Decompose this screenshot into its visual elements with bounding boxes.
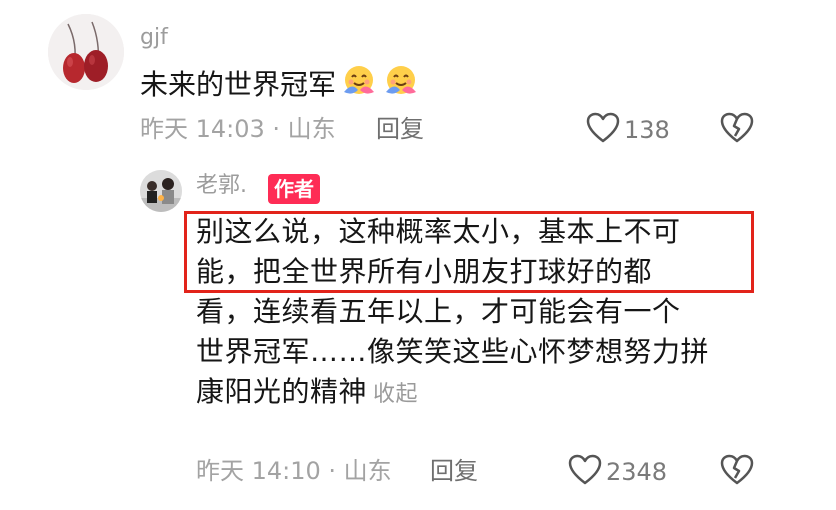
hugging-face-icon [382,62,420,100]
author-badge: 作者 [268,174,320,204]
collapse-link[interactable]: 收起 [373,382,418,407]
reply-like-button[interactable]: 2348 [568,454,667,490]
comment-text: 未来的世界冠军 [140,62,420,105]
reply-avatar-image [140,170,182,212]
avatar[interactable] [48,14,124,90]
comment-reply-button[interactable]: 回复 [376,114,424,144]
reply-text-line-content: 康阳光的精神 [196,375,368,408]
heart-icon [568,454,602,490]
reply-like-count: 2348 [606,458,668,486]
comment-text-content: 未来的世界冠军 [140,68,337,101]
reply-text-line: 康阳光的精神 收起 [196,372,756,415]
hugging-face-icon [340,62,378,100]
reply-timestamp: 昨天 14:10 · 山东 [196,457,392,485]
comment-like-button[interactable]: 138 [586,112,670,148]
avatar-image [48,14,124,90]
broken-heart-icon [720,112,754,148]
reply-text-line: 世界冠军……像笑笑这些心怀梦想努力拼 [196,335,710,368]
comment-like-count: 138 [624,116,670,144]
comment-timestamp: 昨天 14:03 · 山东 [140,115,336,143]
reply-dislike-button[interactable] [720,454,754,490]
broken-heart-icon [720,454,754,490]
comment-username[interactable]: gjf [140,24,168,52]
heart-icon [586,112,620,148]
highlight-box [184,211,754,293]
reply-username[interactable]: 老郭. [196,172,247,200]
reply-text-line: 看，连续看五年以上，才可能会有一个 [196,295,681,328]
reply-reply-button[interactable]: 回复 [430,456,478,486]
reply-avatar[interactable] [140,170,182,212]
comment-dislike-button[interactable] [720,112,754,148]
